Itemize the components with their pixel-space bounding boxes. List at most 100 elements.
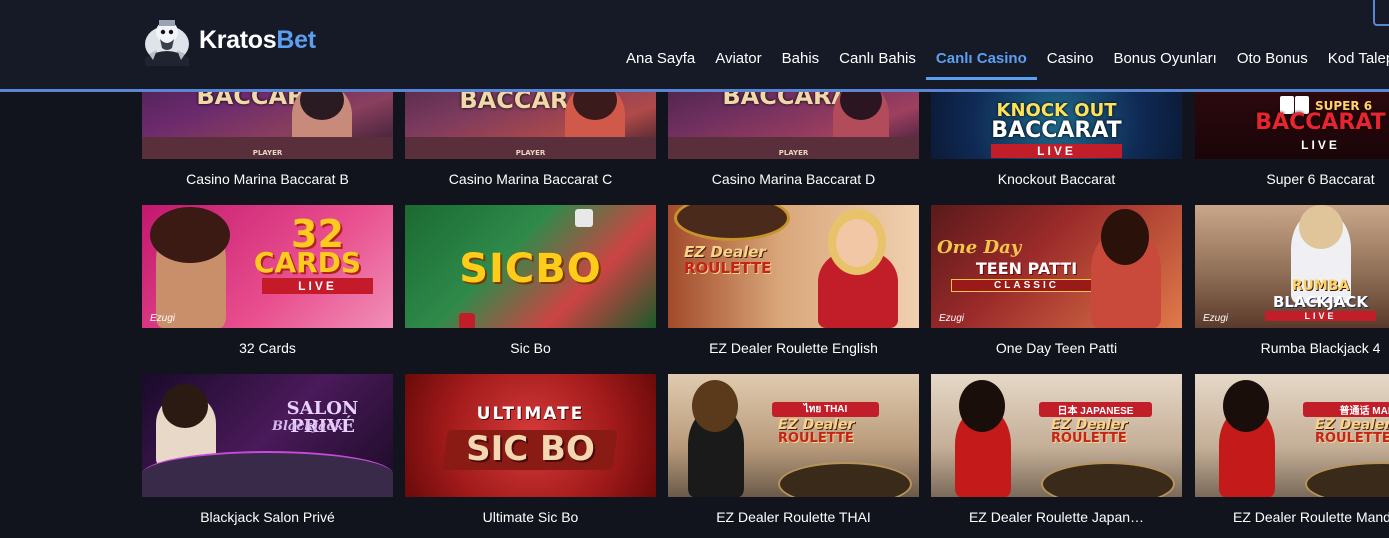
brand-name: KratosBet [199,26,316,55]
brand-name-part1: Kratos [199,25,277,54]
game-title[interactable]: EZ Dealer Roulette Japan… [931,509,1182,525]
dealer-face [836,219,878,267]
game-title[interactable]: Knockout Baccarat [931,171,1182,187]
nav-item-oto-bonus[interactable]: Oto Bonus [1227,40,1318,77]
thumb-ultimate-label: ULTIMATE [476,404,585,424]
game-thumbnail[interactable]: ไทย THAI EZ Dealer ROULETTE [668,374,919,497]
thumb-language-label: ไทย THAI [772,402,879,417]
thumb-sicbo-label: SICBO [459,246,602,292]
thumb-roulette-label: ROULETTE [1315,431,1389,446]
game-thumbnail[interactable]: 日本 JAPANESE EZ Dealer ROULETTE [931,374,1182,497]
thumb-one-day-label: One Day [937,237,1022,258]
dealer-hair [959,380,1005,432]
nav-item-kod-talep[interactable]: Kod Talep [1318,40,1389,77]
site-header: KratosBet Ana Sayfa Aviator Bahis Canlı … [0,0,1389,92]
nav-item-canli-casino[interactable]: Canlı Casino [925,40,1037,80]
nav-item-ana-sayfa[interactable]: Ana Sayfa [616,40,705,77]
roulette-wheel-icon [1305,462,1389,497]
kratos-mascot-icon [145,20,189,66]
brand-name-part2: Bet [276,25,316,54]
site-logo[interactable]: KratosBet [141,14,316,66]
game-thumbnail[interactable]: 普通话 MANDA EZ Dealer ROULETTE [1195,374,1389,497]
thumb-sic-bo-label: SIC BO [466,429,595,469]
dealer-hair [1101,209,1149,265]
nav-item-aviator[interactable]: Aviator [705,40,771,77]
game-title[interactable]: Sic Bo [405,340,656,356]
ezugi-label: Ezugi [150,313,176,324]
page: KratosBet Ana Sayfa Aviator Bahis Canlı … [0,0,1389,538]
nav-item-canli-bahis[interactable]: Canlı Bahis [829,40,926,77]
thumb-language-label: 日本 JAPANESE [1039,402,1152,417]
game-card-32-cards[interactable]: 32 CARDS LIVE Ezugi 32 Cards [142,205,393,356]
game-thumbnail[interactable]: One Day TEEN PATTI CLASSIC Ezugi [931,205,1182,328]
nav-item-bonus-oyunlari[interactable]: Bonus Oyunları [1103,40,1226,77]
thumb-baccarat-label: BACCARAT [991,118,1122,143]
thumb-blackjack-script-label: Blackjack [272,419,344,434]
live-badge: LIVE [1301,138,1340,152]
game-title[interactable]: 32 Cards [142,340,393,356]
roulette-wheel-icon [1041,462,1175,497]
game-title[interactable]: EZ Dealer Roulette English [668,340,919,356]
thumb-roulette-label: ROULETTE [1051,431,1127,446]
game-title[interactable]: Ultimate Sic Bo [405,509,656,525]
game-card-ez-dealer-roulette-mandarin[interactable]: 普通话 MANDA EZ Dealer ROULETTE EZ Dealer R… [1195,374,1389,525]
dice-icon [575,209,593,227]
thumb-player-label: PLAYER [515,149,546,157]
game-title[interactable]: EZ Dealer Roulette THAI [668,509,919,525]
live-badge: LIVE [991,144,1122,158]
thumb-classic-label: CLASSIC [951,279,1102,292]
thumb-player-label: PLAYER [252,149,283,157]
corner-widget-icon[interactable] [1373,0,1389,26]
thumb-ez-dealer-label: EZ Dealer [1315,417,1389,433]
ezugi-label: Ezugi [1203,313,1229,324]
thumb-language-label: 普通话 MANDA [1303,402,1389,417]
game-card-ez-dealer-roulette-english[interactable]: EZ Dealer ROULETTE EZ Dealer Roulette En… [668,205,919,356]
thumb-ez-dealer-label: EZ Dealer [684,243,766,261]
game-card-ez-dealer-roulette-thai[interactable]: ไทย THAI EZ Dealer ROULETTE EZ Dealer Ro… [668,374,919,525]
roulette-wheel-icon [674,205,790,241]
thumb-ez-dealer-label: EZ Dealer [778,417,855,433]
dealer-hair [692,380,738,432]
roulette-wheel-icon [778,462,912,497]
dealer-hair [1299,205,1343,249]
game-title[interactable]: EZ Dealer Roulette Manda [1195,509,1389,525]
game-thumbnail[interactable]: 32 CARDS LIVE Ezugi [142,205,393,328]
game-thumbnail[interactable]: SALON PRIVÉ Blackjack [142,374,393,497]
thumb-roulette-label: ROULETTE [778,431,854,446]
thumb-rumba-label: RUMBA [1291,278,1350,294]
thumb-player-label: PLAYER [778,149,809,157]
game-card-rumba-blackjack-4[interactable]: RUMBA BLACKJACK LIVE Ezugi Rumba Blackja… [1195,205,1389,356]
game-title[interactable]: Super 6 Baccarat [1195,171,1389,187]
game-card-blackjack-salon-prive[interactable]: SALON PRIVÉ Blackjack Blackjack Salon Pr… [142,374,393,525]
game-title[interactable]: Rumba Blackjack 4 [1195,340,1389,356]
dealer-hair [162,384,208,428]
game-title[interactable]: Blackjack Salon Privé [142,509,393,525]
game-card-ez-dealer-roulette-japanese[interactable]: 日本 JAPANESE EZ Dealer ROULETTE EZ Dealer… [931,374,1182,525]
game-thumbnail[interactable]: RUMBA BLACKJACK LIVE Ezugi [1195,205,1389,328]
thumb-ez-dealer-label: EZ Dealer [1051,417,1128,433]
nav-item-casino[interactable]: Casino [1037,40,1104,77]
dice-icon [459,313,475,328]
game-card-ultimate-sic-bo[interactable]: ULTIMATE SIC BO Ultimate Sic Bo [405,374,656,525]
ezugi-label: Ezugi [939,313,965,324]
thumb-roulette-label: ROULETTE [684,259,772,277]
game-thumbnail[interactable]: SICBO [405,205,656,328]
dealer-hair [150,207,230,263]
thumb-baccarat-label: BACCARAT [1255,110,1386,135]
main-nav: Ana Sayfa Aviator Bahis Canlı Bahis Canl… [616,40,1389,80]
nav-item-bahis[interactable]: Bahis [772,40,830,77]
game-title[interactable]: Casino Marina Baccarat C [405,171,656,187]
game-thumbnail[interactable]: ULTIMATE SIC BO [405,374,656,497]
thumb-cards-label: CARDS [253,246,362,279]
game-thumbnail[interactable]: EZ Dealer ROULETTE [668,205,919,328]
live-badge: LIVE [262,278,373,294]
thumb-blackjack-label: BLACKJACK [1272,293,1369,311]
game-title[interactable]: Casino Marina Baccarat D [668,171,919,187]
game-card-sic-bo[interactable]: SICBO Sic Bo [405,205,656,356]
table-felt [142,451,393,497]
live-badge: LIVE [1265,311,1376,321]
game-card-one-day-teen-patti[interactable]: One Day TEEN PATTI CLASSIC Ezugi One Day… [931,205,1182,356]
game-title[interactable]: One Day Teen Patti [931,340,1182,356]
game-title[interactable]: Casino Marina Baccarat B [142,171,393,187]
dealer-hair [1223,380,1269,432]
